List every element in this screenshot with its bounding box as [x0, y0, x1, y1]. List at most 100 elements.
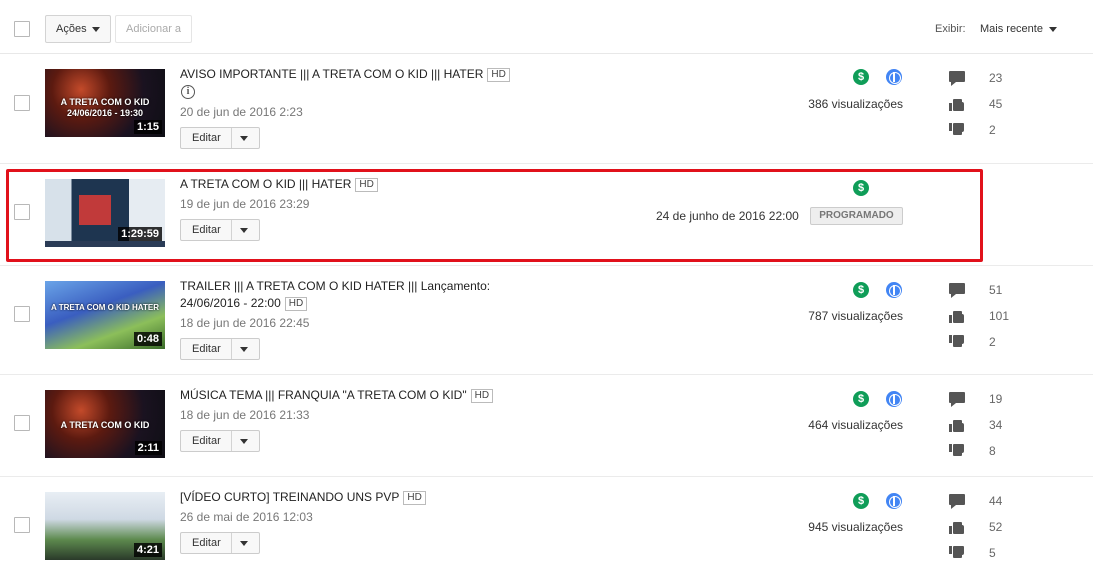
caret-down-icon[interactable] — [1049, 27, 1057, 32]
edit-button[interactable]: Editar — [180, 430, 260, 452]
video-title-text: [VÍDEO CURTO] TREINANDO UNS PVP — [180, 490, 400, 504]
monetization-icon: $ — [853, 391, 869, 407]
edit-button[interactable]: Editar — [180, 338, 260, 360]
hd-badge: HD — [487, 68, 510, 82]
dislike-count: 2 — [989, 123, 996, 137]
comment-count: 19 — [989, 392, 1003, 406]
view-count: 386 visualizações — [808, 97, 903, 111]
video-thumbnail[interactable]: 1:29:59 — [45, 179, 165, 247]
hd-badge: HD — [355, 178, 378, 192]
video-thumbnail[interactable]: A TRETA COM O KID HATER 0:48 — [45, 281, 165, 349]
video-title-text: AVISO IMPORTANTE ||| A TRETA COM O KID |… — [180, 67, 484, 81]
edit-button[interactable]: Editar — [180, 532, 260, 554]
edit-button[interactable]: Editar — [180, 219, 260, 241]
edit-button[interactable]: Editar — [180, 127, 260, 149]
actions-button[interactable]: Ações — [45, 15, 111, 43]
globe-icon — [886, 493, 902, 509]
thumbnail-text: A TRETA COM O KID 24/06/2016 - 19:30 — [60, 97, 150, 118]
video-date: 18 de jun de 2016 21:33 — [180, 408, 310, 422]
dislike-count: 8 — [989, 444, 996, 458]
caret-down-icon[interactable] — [240, 228, 248, 233]
thumbs-up-icon — [949, 97, 965, 111]
thumbs-down-icon — [949, 123, 965, 137]
monetization-icon: $ — [853, 282, 869, 298]
divider — [231, 339, 232, 359]
caret-down-icon[interactable] — [240, 136, 248, 141]
video-title-text: MÚSICA TEMA ||| FRANQUIA "A TRETA COM O … — [180, 388, 467, 402]
comment-count: 44 — [989, 494, 1003, 508]
divider — [231, 431, 232, 451]
video-duration: 1:15 — [133, 120, 162, 134]
monetization-icon: $ — [853, 493, 869, 509]
hd-badge: HD — [284, 297, 308, 311]
video-title[interactable]: [VÍDEO CURTO] TREINANDO UNS PVP HD — [180, 489, 426, 506]
video-title[interactable]: A TRETA COM O KID ||| HATER HD — [180, 176, 378, 193]
row-checkbox[interactable] — [14, 415, 30, 431]
video-thumbnail[interactable]: 4:21 — [45, 492, 165, 560]
thumbs-down-icon — [949, 335, 965, 349]
edit-label: Editar — [192, 537, 221, 549]
thumbnail-figure — [79, 195, 111, 225]
caret-down-icon[interactable] — [240, 439, 248, 444]
like-count: 45 — [989, 97, 1003, 111]
sort-dropdown[interactable]: Mais recente — [980, 23, 1043, 35]
video-date: 19 de jun de 2016 23:29 — [180, 197, 310, 211]
video-row: 4:21 [VÍDEO CURTO] TREINANDO UNS PVP HD 2… — [0, 477, 1093, 565]
row-checkbox[interactable] — [14, 95, 30, 111]
view-count: 945 visualizações — [808, 520, 903, 534]
divider — [231, 533, 232, 553]
video-date: 26 de mai de 2016 12:03 — [180, 510, 313, 524]
video-title-text: A TRETA COM O KID ||| HATER — [180, 177, 352, 191]
video-title-line2: 24/06/2016 - 22:00 — [180, 296, 281, 310]
edit-label: Editar — [192, 343, 221, 355]
hd-badge: HD — [403, 491, 426, 505]
toolbar: Ações Adicionar a Exibir: Mais recente — [0, 0, 1093, 54]
edit-label: Editar — [192, 435, 221, 447]
comment-count: 23 — [989, 71, 1003, 85]
display-label: Exibir: — [935, 23, 966, 35]
dislike-count: 5 — [989, 546, 996, 560]
video-duration: 1:29:59 — [118, 227, 162, 241]
caret-down-icon[interactable] — [240, 541, 248, 546]
video-title[interactable]: TRAILER ||| A TRETA COM O KID HATER ||| … — [180, 278, 490, 312]
actions-label: Ações — [56, 23, 87, 35]
thumbs-up-icon — [949, 309, 965, 323]
add-to-button[interactable]: Adicionar a — [115, 15, 192, 43]
video-row: 1:29:59 A TRETA COM O KID ||| HATER HD 19… — [0, 164, 1093, 266]
comment-icon — [949, 71, 965, 86]
thumbnail-text: A TRETA COM O KID — [60, 420, 150, 430]
comment-count: 51 — [989, 283, 1003, 297]
video-title[interactable]: MÚSICA TEMA ||| FRANQUIA "A TRETA COM O … — [180, 387, 494, 404]
thumbs-up-icon — [949, 520, 965, 534]
video-thumbnail[interactable]: A TRETA COM O KID 2:11 — [45, 390, 165, 458]
monetization-icon: $ — [853, 180, 869, 196]
monetization-icon: $ — [853, 69, 869, 85]
view-count: 464 visualizações — [808, 418, 903, 432]
divider — [231, 220, 232, 240]
row-checkbox[interactable] — [14, 204, 30, 220]
video-thumbnail[interactable]: A TRETA COM O KID 24/06/2016 - 19:30 1:15 — [45, 69, 165, 137]
row-checkbox[interactable] — [14, 306, 30, 322]
video-row: A TRETA COM O KID 24/06/2016 - 19:30 1:15… — [0, 54, 1093, 164]
info-icon[interactable]: i — [181, 85, 195, 99]
thumbs-down-icon — [949, 546, 965, 560]
row-checkbox[interactable] — [14, 517, 30, 533]
comment-icon — [949, 283, 965, 298]
caret-down-icon — [92, 27, 100, 32]
like-count: 101 — [989, 309, 1010, 323]
select-all-checkbox[interactable] — [14, 21, 30, 37]
dislike-count: 2 — [989, 335, 996, 349]
thumbnail-taskbar — [45, 241, 165, 247]
divider — [231, 128, 232, 148]
comment-icon — [949, 392, 965, 407]
globe-icon — [886, 391, 902, 407]
thumbs-up-icon — [949, 418, 965, 432]
video-row: A TRETA COM O KID HATER 0:48 TRAILER |||… — [0, 266, 1093, 375]
thumbs-down-icon — [949, 444, 965, 458]
caret-down-icon[interactable] — [240, 347, 248, 352]
video-title-line1: TRAILER ||| A TRETA COM O KID HATER ||| … — [180, 279, 491, 293]
comment-icon — [949, 494, 965, 509]
add-to-label: Adicionar a — [126, 23, 182, 35]
video-duration: 0:48 — [133, 332, 162, 346]
video-title[interactable]: AVISO IMPORTANTE ||| A TRETA COM O KID |… — [180, 66, 510, 83]
